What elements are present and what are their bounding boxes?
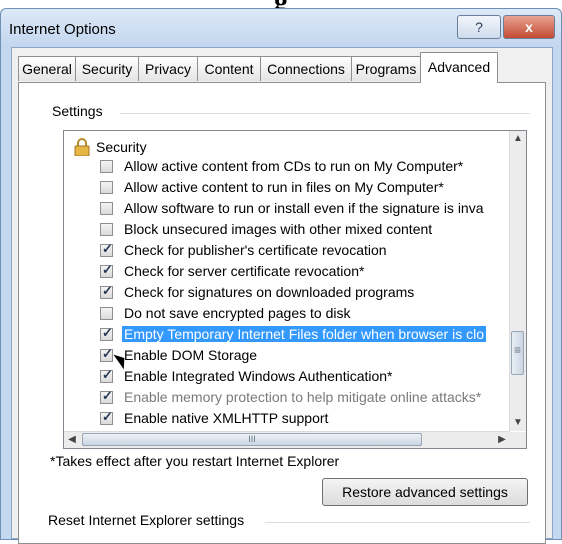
setting-allow-cd-content[interactable]: Allow active content from CDs to run on …: [100, 157, 510, 178]
scroll-right-icon[interactable]: ▶: [494, 432, 510, 448]
restore-advanced-settings-button[interactable]: Restore advanced settings: [322, 478, 528, 506]
window-title: Internet Options: [9, 21, 116, 38]
checkbox-checked[interactable]: [100, 283, 113, 299]
reset-group-label: Reset Internet Explorer settings: [48, 512, 249, 528]
tab-programs[interactable]: Programs: [351, 56, 421, 81]
restart-note: *Takes effect after you restart Internet…: [50, 453, 340, 469]
lock-icon: [74, 138, 90, 156]
reset-group-divider: [265, 522, 530, 523]
checkbox-checked[interactable]: [100, 367, 113, 383]
tab-privacy[interactable]: Privacy: [138, 56, 198, 81]
close-button[interactable]: x: [503, 15, 555, 39]
tab-content[interactable]: Content: [197, 56, 261, 81]
setting-integrated-windows-auth[interactable]: Enable Integrated Windows Authentication…: [100, 367, 510, 388]
settings-items: Security Allow active content from CDs t…: [64, 131, 510, 431]
checkbox[interactable]: [100, 160, 113, 173]
scroll-left-icon[interactable]: ◀: [64, 432, 80, 448]
scroll-up-icon[interactable]: ▲: [510, 131, 526, 147]
vertical-scroll-thumb[interactable]: [511, 331, 524, 375]
setting-native-xmlhttp[interactable]: Enable native XMLHTTP support: [100, 409, 510, 430]
settings-list[interactable]: Security Allow active content from CDs t…: [63, 130, 527, 449]
setting-block-unsecured-images[interactable]: Block unsecured images with other mixed …: [100, 220, 510, 241]
setting-check-signatures[interactable]: Check for signatures on downloaded progr…: [100, 283, 510, 304]
setting-publisher-cert-revocation[interactable]: Check for publisher's certificate revoca…: [100, 241, 510, 262]
tab-connections[interactable]: Connections: [260, 56, 352, 81]
setting-memory-protection: Enable memory protection to help mitigat…: [100, 388, 510, 409]
category-label: Security: [96, 139, 147, 155]
checkbox[interactable]: [100, 181, 113, 194]
setting-enable-dom-storage[interactable]: Enable DOM Storage: [100, 346, 510, 367]
checkbox-checked[interactable]: [100, 409, 113, 425]
tab-advanced[interactable]: Advanced: [420, 52, 498, 83]
vertical-scrollbar[interactable]: ▲ ▼: [509, 131, 526, 431]
checkbox[interactable]: [100, 223, 113, 236]
checkbox-checked[interactable]: [100, 241, 113, 257]
title-bar[interactable]: Internet Options ? x: [1, 9, 561, 47]
tab-general[interactable]: General: [18, 56, 76, 81]
setting-allow-active-content-files[interactable]: Allow active content to run in files on …: [100, 178, 510, 199]
setting-empty-temp-files[interactable]: Empty Temporary Internet Files folder wh…: [100, 325, 510, 346]
scroll-down-icon[interactable]: ▼: [510, 415, 526, 431]
settings-group-divider: [120, 113, 530, 114]
horizontal-scroll-thumb[interactable]: III: [82, 433, 422, 446]
setting-allow-invalid-signature[interactable]: Allow software to run or install even if…: [100, 199, 510, 220]
horizontal-scrollbar[interactable]: ◀ III ▶: [64, 431, 510, 448]
scrollbar-corner: [510, 432, 526, 448]
tab-security[interactable]: Security: [75, 56, 139, 81]
checkbox-checked[interactable]: [100, 262, 113, 278]
checkbox-checked-disabled: [100, 388, 113, 404]
checkbox[interactable]: [100, 307, 113, 320]
settings-group-label: Settings: [48, 103, 107, 119]
help-button[interactable]: ?: [457, 15, 501, 39]
checkbox-checked[interactable]: [100, 325, 113, 341]
setting-server-cert-revocation[interactable]: Check for server certificate revocation*: [100, 262, 510, 283]
checkbox-checked[interactable]: [100, 346, 113, 362]
setting-do-not-save-encrypted[interactable]: Do not save encrypted pages to disk: [100, 304, 510, 325]
checkbox[interactable]: [100, 202, 113, 215]
